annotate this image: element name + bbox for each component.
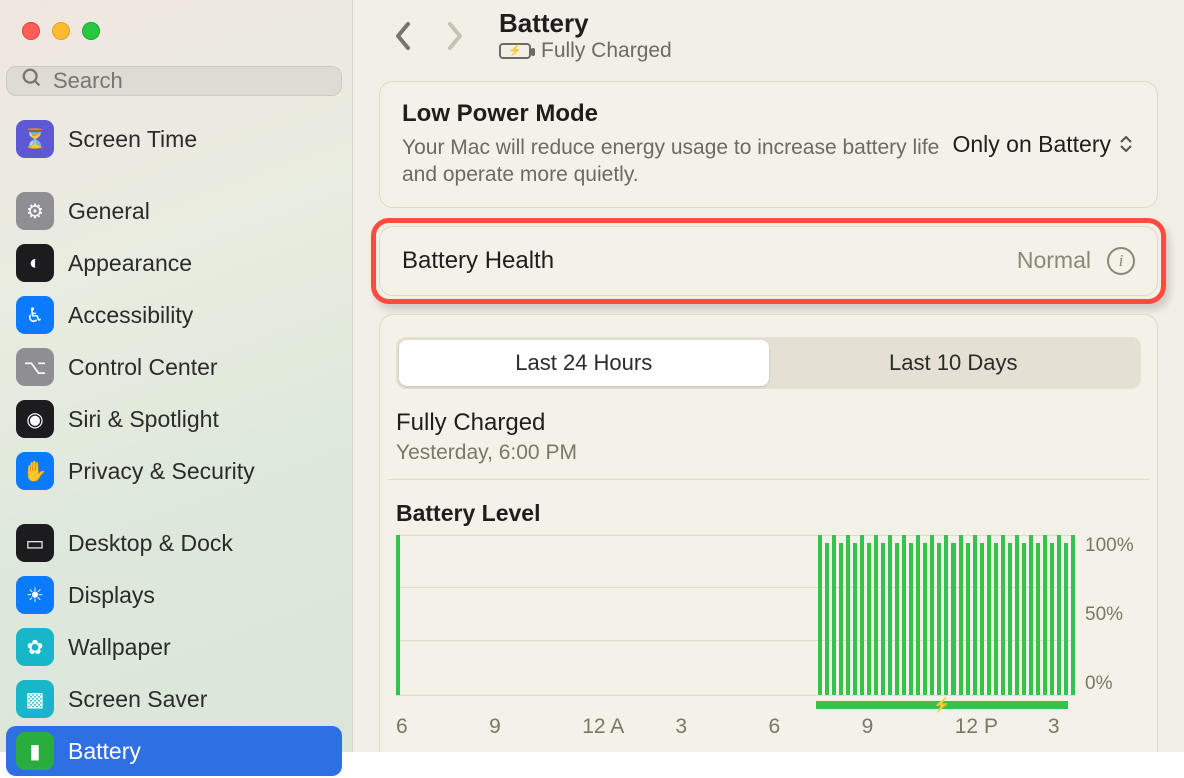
sidebar-item-label: Desktop & Dock bbox=[68, 530, 233, 557]
window-traffic-lights bbox=[0, 22, 352, 40]
page-subtitle: Fully Charged bbox=[499, 39, 672, 63]
charge-status-subtitle: Yesterday, 6:00 PM bbox=[396, 441, 1141, 465]
x-tick: 3 bbox=[675, 715, 768, 739]
y-tick-0: 0% bbox=[1085, 673, 1141, 695]
wallpaper-icon: ✿ bbox=[16, 628, 54, 666]
sidebar-item-displays[interactable]: ☀ Displays bbox=[6, 570, 342, 620]
sidebar-item-desktop-dock[interactable]: ▭ Desktop & Dock bbox=[6, 518, 342, 568]
y-tick-100: 100% bbox=[1085, 535, 1141, 557]
sidebar-item-label: Battery bbox=[68, 738, 141, 765]
fullscreen-window-button[interactable] bbox=[82, 22, 100, 40]
low-power-mode-row: Low Power Mode Your Mac will reduce ener… bbox=[379, 81, 1158, 208]
battery-health-title: Battery Health bbox=[402, 247, 554, 275]
sidebar: ⏳ Screen Time ⚙ General ◐ Appearance ♿︎ Accessi… bbox=[0, 0, 353, 752]
search-icon bbox=[21, 67, 43, 95]
sidebar-item-label: Screen Time bbox=[68, 126, 197, 153]
control-center-icon: ⌥ bbox=[16, 348, 54, 386]
low-power-mode-title: Low Power Mode bbox=[402, 100, 952, 128]
sidebar-item-label: Privacy & Security bbox=[68, 458, 255, 485]
battery-level-chart: ⚡ 100% 50% 0% bbox=[388, 535, 1149, 695]
page-title: Battery bbox=[499, 8, 672, 39]
sidebar-item-appearance[interactable]: ◐ Appearance bbox=[6, 238, 342, 288]
x-tick: 6 bbox=[396, 715, 489, 739]
screen-saver-icon: ▩ bbox=[16, 680, 54, 718]
chart-y-axis: 100% 50% 0% bbox=[1075, 535, 1141, 695]
sidebar-item-general[interactable]: ⚙ General bbox=[6, 186, 342, 236]
charge-status-title: Fully Charged bbox=[396, 409, 1141, 437]
y-tick-50: 50% bbox=[1085, 604, 1141, 626]
battery-charged-icon bbox=[499, 43, 531, 59]
sidebar-item-screen-time[interactable]: ⏳ Screen Time bbox=[6, 114, 342, 164]
sidebar-item-label: Wallpaper bbox=[68, 634, 171, 661]
sidebar-item-label: Accessibility bbox=[68, 302, 193, 329]
sidebar-item-privacy-security[interactable]: ✋ Privacy & Security bbox=[6, 446, 342, 496]
sidebar-item-siri-spotlight[interactable]: ◉ Siri & Spotlight bbox=[6, 394, 342, 444]
sidebar-item-label: Appearance bbox=[68, 250, 192, 277]
x-tick: 6 bbox=[769, 715, 862, 739]
battery-health-status: Normal bbox=[1017, 247, 1091, 274]
nav-forward-button[interactable] bbox=[429, 11, 479, 61]
siri-spotlight-icon: ◉ bbox=[16, 400, 54, 438]
sidebar-item-control-center[interactable]: ⌥ Control Center bbox=[6, 342, 342, 392]
sidebar-item-label: Screen Saver bbox=[68, 686, 207, 713]
accessibility-icon: ♿︎ bbox=[16, 296, 54, 334]
desktop-dock-icon: ▭ bbox=[16, 524, 54, 562]
header: Battery Fully Charged bbox=[379, 8, 1158, 63]
sidebar-item-battery[interactable]: ▮ Battery bbox=[6, 726, 342, 776]
sidebar-item-label: General bbox=[68, 198, 150, 225]
minimize-window-button[interactable] bbox=[52, 22, 70, 40]
x-tick: 9 bbox=[862, 715, 955, 739]
x-tick: 12 P bbox=[955, 715, 1048, 739]
privacy-security-icon: ✋ bbox=[16, 452, 54, 490]
sidebar-item-label: Displays bbox=[68, 582, 155, 609]
low-power-mode-value: Only on Battery bbox=[952, 131, 1111, 157]
battery-icon: ▮ bbox=[16, 732, 54, 770]
tab-last-10-days[interactable]: Last 10 Days bbox=[769, 340, 1139, 386]
x-tick: 9 bbox=[489, 715, 582, 739]
search-input[interactable] bbox=[53, 68, 341, 94]
sidebar-item-screen-saver[interactable]: ▩ Screen Saver bbox=[6, 674, 342, 724]
general-icon: ⚙ bbox=[16, 192, 54, 230]
battery-health-row[interactable]: Battery Health Normal i bbox=[379, 226, 1158, 296]
time-range-segmented: Last 24 Hours Last 10 Days bbox=[396, 337, 1141, 389]
sidebar-item-label: Siri & Spotlight bbox=[68, 406, 219, 433]
x-tick: 3 bbox=[1048, 715, 1141, 739]
nav-back-button[interactable] bbox=[379, 11, 429, 61]
screen-time-icon: ⏳ bbox=[16, 120, 54, 158]
low-power-mode-description: Your Mac will reduce energy usage to inc… bbox=[402, 134, 952, 189]
popup-stepper-icon bbox=[1117, 132, 1135, 156]
info-icon[interactable]: i bbox=[1107, 247, 1135, 275]
displays-icon: ☀ bbox=[16, 576, 54, 614]
sidebar-list: ⏳ Screen Time ⚙ General ◐ Appearance ♿︎ Accessi… bbox=[0, 114, 352, 778]
appearance-icon: ◐ bbox=[16, 244, 54, 282]
battery-level-chart-title: Battery Level bbox=[396, 500, 1141, 527]
low-power-mode-popup[interactable]: Only on Battery bbox=[952, 131, 1135, 158]
main-content: Battery Fully Charged Low Power Mode You… bbox=[353, 0, 1184, 752]
sidebar-item-label: Control Center bbox=[68, 354, 218, 381]
page-subtitle-text: Fully Charged bbox=[541, 39, 672, 63]
close-window-button[interactable] bbox=[22, 22, 40, 40]
search-field[interactable] bbox=[6, 66, 342, 96]
tab-last-24-hours[interactable]: Last 24 Hours bbox=[399, 340, 769, 386]
sidebar-item-accessibility[interactable]: ♿︎ Accessibility bbox=[6, 290, 342, 340]
battery-health-highlight: Battery Health Normal i bbox=[379, 226, 1158, 296]
x-tick: 12 A bbox=[582, 715, 675, 739]
battery-usage-card: Last 24 Hours Last 10 Days Fully Charged… bbox=[379, 314, 1158, 752]
sidebar-item-wallpaper[interactable]: ✿ Wallpaper bbox=[6, 622, 342, 672]
